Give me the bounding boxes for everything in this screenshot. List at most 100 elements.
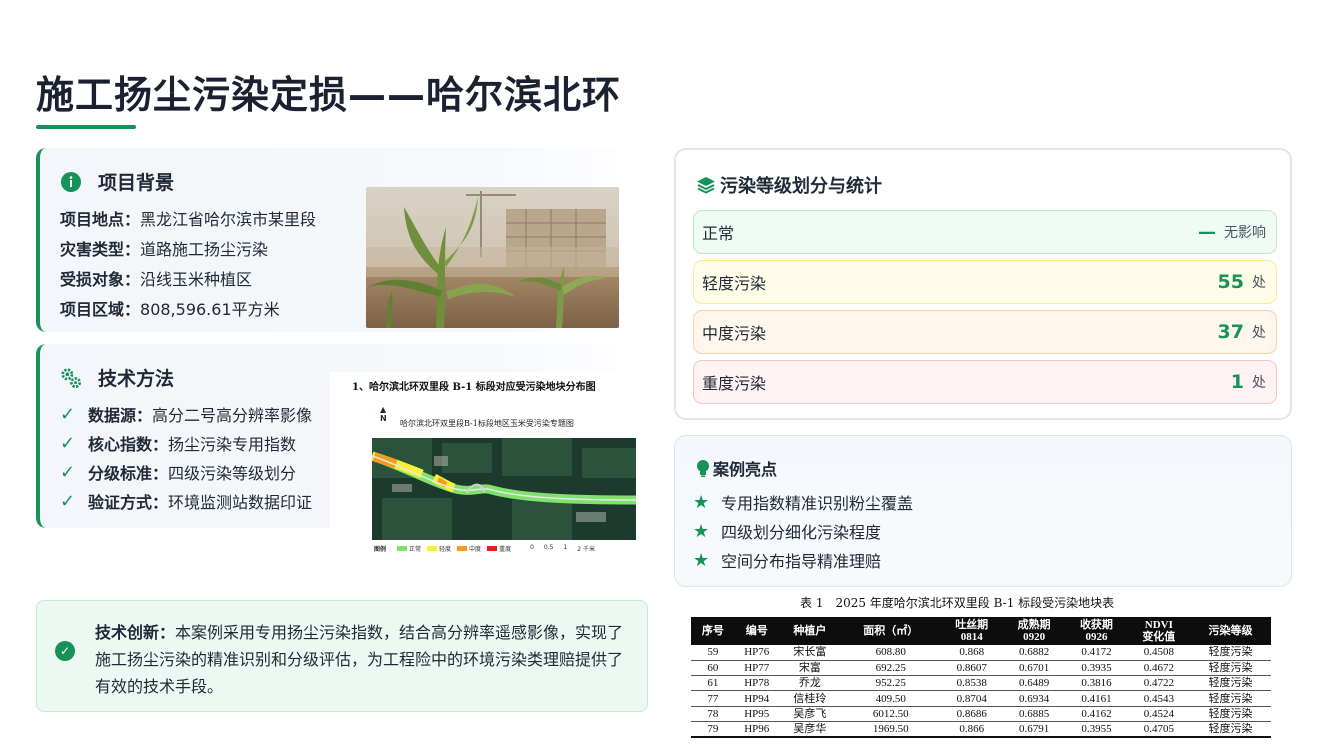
grade-label: 轻度污染 xyxy=(702,274,767,293)
table-row: 77 HP94 信桂玲 409.50 0.8704 0.6934 0.4161 0.4543 轻… xyxy=(691,690,1271,707)
scale-tick-label: 1 xyxy=(563,544,568,551)
background-heading-text: 项目背景 xyxy=(98,172,175,194)
grade-row: 正常 — 无影响 xyxy=(693,210,1277,254)
map-caption: 1、哈尔滨北环双里段 B-1 标段对应受污染地块分布图 xyxy=(352,382,596,393)
legend-label: 正常 xyxy=(409,546,422,553)
background-item-value: 道路施工扬尘污染 xyxy=(140,240,269,259)
legend-swatch xyxy=(427,546,438,551)
legend-swatch xyxy=(457,546,468,551)
table-header-cell: 成熟期 0920 xyxy=(1002,617,1066,645)
tech-item: ✓ 数据源： 高分二号高分辨率影像 xyxy=(60,402,312,426)
table-cell: 轻度污染 xyxy=(1190,690,1271,707)
lightbulb-icon xyxy=(695,459,711,477)
table-cell: 692.25 xyxy=(841,660,941,677)
table-cell: 78 xyxy=(691,706,735,722)
innovation-box: ✓ 技术创新：本案例采用专用扬尘污染指数，结合高分辨率遥感影像，实现了施工扬尘污… xyxy=(36,600,648,712)
table-cell: 0.8607 xyxy=(940,660,1003,677)
grading-heading-text: 污染等级划分与统计 xyxy=(720,176,882,197)
innovation-text: 技术创新：本案例采用专用扬尘污染指数，结合高分辨率遥感影像，实现了施工扬尘污染的… xyxy=(95,619,625,700)
north-arrow-icon: ▲ N xyxy=(380,405,387,423)
table-cell: HP96 xyxy=(734,721,779,738)
table-cell: 0.6701 xyxy=(1002,660,1066,677)
grade-label: 中度污染 xyxy=(702,324,767,343)
table-cell: 0.6791 xyxy=(1002,721,1066,738)
table-header-cell: 收获期 0926 xyxy=(1065,617,1128,645)
table-cell: 0.6489 xyxy=(1002,675,1066,692)
star-icon: ★ xyxy=(693,549,710,571)
grade-count: 1 xyxy=(1230,371,1244,393)
north-label: N xyxy=(380,414,387,423)
innovation-body: 本案例采用专用扬尘污染指数，结合高分辨率遥感影像，实现了施工扬尘污染的精准识别和… xyxy=(95,623,624,696)
check-circle-icon: ✓ xyxy=(55,641,75,661)
grade-label: 正常 xyxy=(702,224,735,243)
tech-item-key: 核心指数： xyxy=(88,435,169,454)
table-cell: HP78 xyxy=(734,675,779,692)
table-cell: 0.868 xyxy=(940,645,1003,661)
background-item-value: 黑龙江省哈尔滨市某里段 xyxy=(140,210,317,229)
highlights-heading-text: 案例亮点 xyxy=(713,460,778,479)
legend-item: 重度 xyxy=(487,544,511,553)
table-cell: 0.4161 xyxy=(1065,690,1128,707)
table-cell: 0.8686 xyxy=(940,706,1003,722)
table-cell: 轻度污染 xyxy=(1190,721,1271,738)
grade-note: 无影响 xyxy=(1224,225,1266,241)
table-cell: 77 xyxy=(691,690,735,707)
table-cell: 0.4672 xyxy=(1127,660,1190,677)
background-item-key: 项目区域： xyxy=(60,300,141,319)
table-cell: 6012.50 xyxy=(841,706,941,722)
grade-count: 37 xyxy=(1217,321,1244,343)
satellite-map xyxy=(372,438,636,540)
table-cell: 608.80 xyxy=(841,645,941,661)
tech-heading: 技术方法 xyxy=(60,364,174,391)
layers-icon xyxy=(696,175,716,195)
scale-tick-label: 2 千米 xyxy=(577,546,596,553)
scale-tick-label: 0.5 xyxy=(543,544,554,551)
pollution-table: 序号 编号 种植户 面积（㎡） 吐丝期 0814 成熟期 0920 收获期 0926 NDVI 变化值… xyxy=(691,617,1271,738)
table-cell: 0.6882 xyxy=(1002,645,1066,661)
table-cell: 乔龙 xyxy=(778,675,842,692)
table-cell: 61 xyxy=(691,675,735,692)
table-cell: 信桂玲 xyxy=(778,690,842,707)
table-cell: 0.4705 xyxy=(1127,721,1190,738)
highlight-item: ★ 空间分布指导精准理赔 xyxy=(693,548,881,572)
table-cell: 952.25 xyxy=(841,675,941,692)
background-item-value: 沿线玉米种植区 xyxy=(140,270,253,289)
grade-label: 重度污染 xyxy=(702,374,767,393)
grade-row: 轻度污染 55 处 xyxy=(693,260,1277,304)
background-item: 项目地点：黑龙江省哈尔滨市某里段 xyxy=(60,206,316,230)
table-header-cell: 种植户 xyxy=(778,617,842,645)
innovation-label: 技术创新： xyxy=(95,623,176,642)
table-header-cell: 编号 xyxy=(734,617,779,645)
table-cell: 0.866 xyxy=(940,721,1003,738)
check-icon: ✓ xyxy=(60,403,76,425)
tech-item-key: 分级标准： xyxy=(88,464,169,483)
legend-swatch xyxy=(397,546,408,551)
gears-icon xyxy=(60,367,82,389)
grade-unit: 处 xyxy=(1252,275,1266,291)
table-cell: 0.3955 xyxy=(1065,721,1128,738)
table-cell: 79 xyxy=(691,721,735,738)
table-header-cell: 污染等级 xyxy=(1190,617,1271,645)
table-cell: 0.4172 xyxy=(1065,645,1128,661)
table-cell: 宋富 xyxy=(778,660,842,677)
legend-label: 中度 xyxy=(469,546,482,553)
table-cell: 0.6885 xyxy=(1002,706,1066,722)
table-header-cell: 面积（㎡） xyxy=(841,617,941,645)
table-row: 60 HP77 宋富 692.25 0.8607 0.6701 0.3935 0.4672 轻度… xyxy=(691,660,1271,677)
grade-dash: — xyxy=(1198,221,1216,243)
grade-row: 重度污染 1 处 xyxy=(693,360,1277,404)
grade-count: 55 xyxy=(1217,271,1244,293)
table-cell: 0.4162 xyxy=(1065,706,1128,722)
table-row: 79 HP96 吴彦华 1969.50 0.866 0.6791 0.3955 0.4705 轻… xyxy=(691,721,1271,738)
highlight-text: 空间分布指导精准理赔 xyxy=(721,552,882,571)
pollution-map: 1、哈尔滨北环双里段 B-1 标段对应受污染地块分布图 ▲ N 哈尔滨北环双里段B… xyxy=(330,372,656,562)
table-cell: 轻度污染 xyxy=(1190,660,1271,677)
highlight-item: ★ 专用指数精准识别粉尘覆盖 xyxy=(693,490,913,514)
table-cell: 0.4543 xyxy=(1127,690,1190,707)
background-heading: 项目背景 xyxy=(60,168,174,195)
check-icon: ✓ xyxy=(60,432,76,454)
table-cell: 吴彦飞 xyxy=(778,706,842,722)
legend-item: 轻度 xyxy=(427,544,451,553)
scale-tick-label: 0 xyxy=(530,544,534,551)
tech-item-value: 环境监测站数据印证 xyxy=(168,493,313,512)
